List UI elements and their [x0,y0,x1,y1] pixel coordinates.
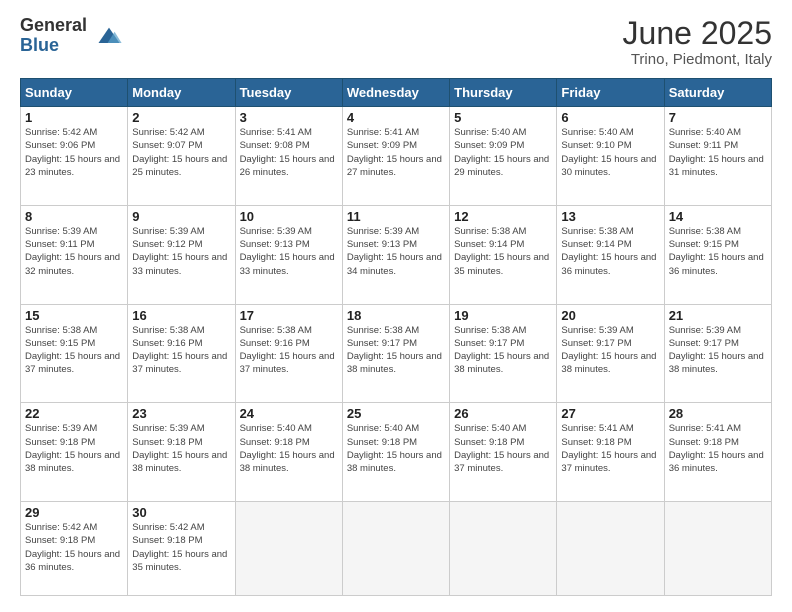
day-16: 16 Sunrise: 5:38 AMSunset: 9:16 PMDaylig… [128,304,235,403]
col-tuesday: Tuesday [235,79,342,107]
week-row-4: 22 Sunrise: 5:39 AMSunset: 9:18 PMDaylig… [21,403,772,502]
day-13: 13 Sunrise: 5:38 AMSunset: 9:14 PMDaylig… [557,205,664,304]
day-19: 19 Sunrise: 5:38 AMSunset: 9:17 PMDaylig… [450,304,557,403]
day-7: 7 Sunrise: 5:40 AMSunset: 9:11 PMDayligh… [664,107,771,206]
day-21: 21 Sunrise: 5:39 AMSunset: 9:17 PMDaylig… [664,304,771,403]
page: General Blue June 2025 Trino, Piedmont, … [0,0,792,612]
day-20: 20 Sunrise: 5:39 AMSunset: 9:17 PMDaylig… [557,304,664,403]
day-4: 4 Sunrise: 5:41 AMSunset: 9:09 PMDayligh… [342,107,449,206]
empty-cell-3 [450,502,557,596]
day-14: 14 Sunrise: 5:38 AMSunset: 9:15 PMDaylig… [664,205,771,304]
logo-blue: Blue [20,36,87,56]
empty-cell-2 [342,502,449,596]
week-row-3: 15 Sunrise: 5:38 AMSunset: 9:15 PMDaylig… [21,304,772,403]
calendar-subtitle: Trino, Piedmont, Italy [623,51,772,68]
day-10: 10 Sunrise: 5:39 AMSunset: 9:13 PMDaylig… [235,205,342,304]
day-18: 18 Sunrise: 5:38 AMSunset: 9:17 PMDaylig… [342,304,449,403]
calendar-title: June 2025 [623,16,772,51]
col-monday: Monday [128,79,235,107]
day-24: 24 Sunrise: 5:40 AMSunset: 9:18 PMDaylig… [235,403,342,502]
day-1: 1 Sunrise: 5:42 AMSunset: 9:06 PMDayligh… [21,107,128,206]
day-30: 30 Sunrise: 5:42 AMSunset: 9:18 PMDaylig… [128,502,235,596]
day-9: 9 Sunrise: 5:39 AMSunset: 9:12 PMDayligh… [128,205,235,304]
day-25: 25 Sunrise: 5:40 AMSunset: 9:18 PMDaylig… [342,403,449,502]
day-11: 11 Sunrise: 5:39 AMSunset: 9:13 PMDaylig… [342,205,449,304]
col-thursday: Thursday [450,79,557,107]
empty-cell-4 [557,502,664,596]
week-row-5: 29 Sunrise: 5:42 AMSunset: 9:18 PMDaylig… [21,502,772,596]
weekday-header-row: Sunday Monday Tuesday Wednesday Thursday… [21,79,772,107]
logo-icon [95,22,123,50]
day-8: 8 Sunrise: 5:39 AMSunset: 9:11 PMDayligh… [21,205,128,304]
day-5: 5 Sunrise: 5:40 AMSunset: 9:09 PMDayligh… [450,107,557,206]
logo: General Blue [20,16,123,56]
day-6: 6 Sunrise: 5:40 AMSunset: 9:10 PMDayligh… [557,107,664,206]
week-row-2: 8 Sunrise: 5:39 AMSunset: 9:11 PMDayligh… [21,205,772,304]
day-17: 17 Sunrise: 5:38 AMSunset: 9:16 PMDaylig… [235,304,342,403]
title-block: June 2025 Trino, Piedmont, Italy [623,16,772,68]
empty-cell-1 [235,502,342,596]
col-sunday: Sunday [21,79,128,107]
day-26: 26 Sunrise: 5:40 AMSunset: 9:18 PMDaylig… [450,403,557,502]
day-22: 22 Sunrise: 5:39 AMSunset: 9:18 PMDaylig… [21,403,128,502]
day-27: 27 Sunrise: 5:41 AMSunset: 9:18 PMDaylig… [557,403,664,502]
col-friday: Friday [557,79,664,107]
logo-general: General [20,16,87,36]
day-28: 28 Sunrise: 5:41 AMSunset: 9:18 PMDaylig… [664,403,771,502]
day-29: 29 Sunrise: 5:42 AMSunset: 9:18 PMDaylig… [21,502,128,596]
empty-cell-5 [664,502,771,596]
calendar-table: Sunday Monday Tuesday Wednesday Thursday… [20,78,772,596]
day-23: 23 Sunrise: 5:39 AMSunset: 9:18 PMDaylig… [128,403,235,502]
day-3: 3 Sunrise: 5:41 AMSunset: 9:08 PMDayligh… [235,107,342,206]
logo-text: General Blue [20,16,87,56]
day-15: 15 Sunrise: 5:38 AMSunset: 9:15 PMDaylig… [21,304,128,403]
day-12: 12 Sunrise: 5:38 AMSunset: 9:14 PMDaylig… [450,205,557,304]
col-wednesday: Wednesday [342,79,449,107]
week-row-1: 1 Sunrise: 5:42 AMSunset: 9:06 PMDayligh… [21,107,772,206]
day-2: 2 Sunrise: 5:42 AMSunset: 9:07 PMDayligh… [128,107,235,206]
col-saturday: Saturday [664,79,771,107]
header: General Blue June 2025 Trino, Piedmont, … [20,16,772,68]
